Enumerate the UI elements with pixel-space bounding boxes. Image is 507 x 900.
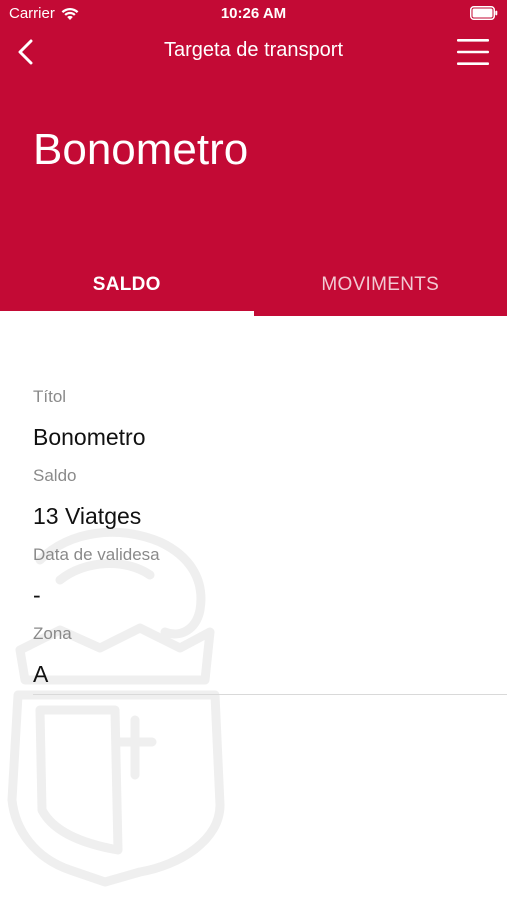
battery-icon [470, 6, 498, 20]
tab-active-indicator [0, 311, 254, 316]
hamburger-menu-icon [457, 39, 489, 65]
tab-moviments-label: MOVIMENTS [321, 274, 440, 295]
field-value-saldo: 13 Viatges [33, 503, 142, 529]
field-label-zona: Zona [33, 624, 72, 643]
tab-saldo-label: SALDO [92, 274, 161, 295]
field-label-saldo: Saldo [33, 466, 77, 485]
field-value-data-validesa: - [33, 582, 41, 608]
status-time: 10:26 AM [220, 5, 287, 22]
field-label-data-validesa: Data de validesa [33, 545, 160, 564]
field-value-zona: A [33, 661, 49, 687]
tab-saldo[interactable]: SALDO [0, 258, 254, 316]
field-label-titol: Títol [33, 387, 67, 406]
status-bar: Carrier 10:26 AM [0, 0, 507, 28]
tab-moviments[interactable]: MOVIMENTS [254, 258, 507, 316]
field-divider [33, 694, 507, 695]
page-title: Bonometro [33, 125, 249, 174]
coat-of-arms-watermark [7, 527, 225, 887]
menu-button[interactable] [455, 36, 491, 68]
field-value-titol: Bonometro [33, 424, 146, 450]
nav-title: Targeta de transport [164, 39, 343, 61]
header: Carrier 10:26 AM Targeta de transport Bo… [0, 0, 507, 316]
tab-bar: SALDO MOVIMENTS [0, 258, 507, 316]
navigation-bar: Targeta de transport [0, 28, 507, 76]
